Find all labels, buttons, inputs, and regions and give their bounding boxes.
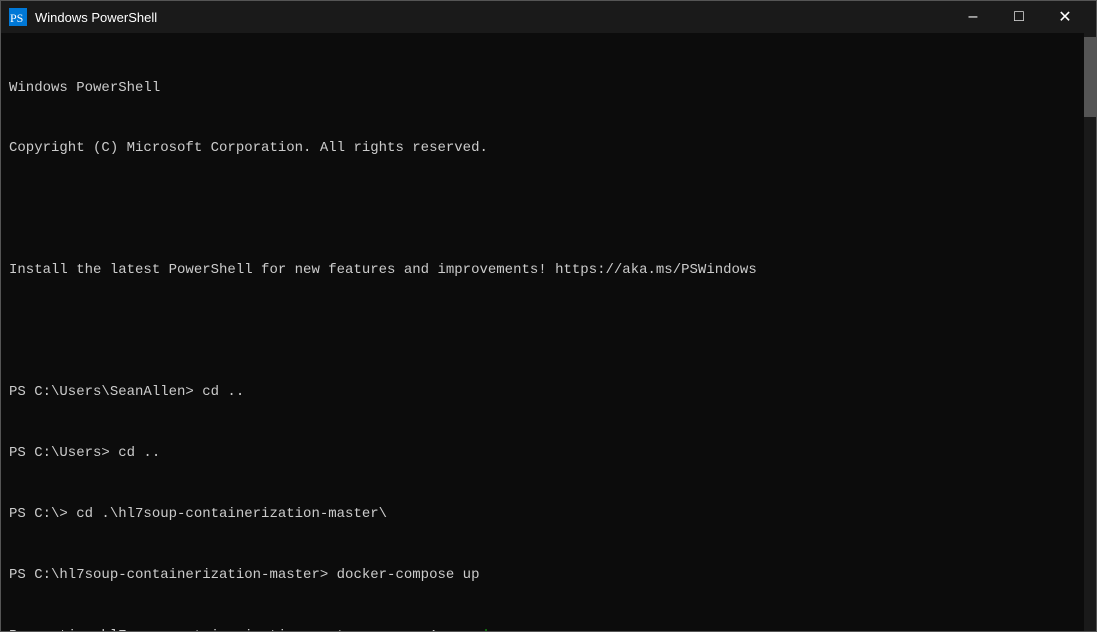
terminal-line-2: Copyright (C) Microsoft Corporation. All… bbox=[9, 138, 1076, 158]
title-bar-left: PS Windows PowerShell bbox=[9, 8, 157, 26]
terminal-line-5 bbox=[9, 321, 1076, 341]
window-title: Windows PowerShell bbox=[35, 10, 157, 25]
maximize-button[interactable]: □ bbox=[996, 1, 1042, 33]
close-button[interactable]: ✕ bbox=[1042, 1, 1088, 33]
powershell-icon: PS bbox=[9, 8, 27, 26]
terminal-content[interactable]: Windows PowerShell Copyright (C) Microso… bbox=[1, 33, 1084, 631]
terminal-body: Windows PowerShell Copyright (C) Microso… bbox=[1, 33, 1096, 631]
minimize-button[interactable]: – bbox=[950, 1, 996, 33]
terminal-line-3 bbox=[9, 199, 1076, 219]
terminal-line-4: Install the latest PowerShell for new fe… bbox=[9, 260, 1076, 280]
window-controls: – □ ✕ bbox=[950, 1, 1088, 33]
scrollbar-thumb[interactable] bbox=[1084, 37, 1096, 117]
title-bar: PS Windows PowerShell – □ ✕ bbox=[1, 1, 1096, 33]
done-text: done bbox=[479, 628, 513, 631]
terminal-line-8: PS C:\> cd .\hl7soup-containerization-ma… bbox=[9, 504, 1076, 524]
terminal-line-7: PS C:\Users> cd .. bbox=[9, 443, 1076, 463]
svg-text:PS: PS bbox=[10, 11, 23, 25]
terminal-line-10: Recreating hl7soup-containerization-mast… bbox=[9, 626, 1076, 631]
terminal-line-1: Windows PowerShell bbox=[9, 78, 1076, 98]
terminal-line-9: PS C:\hl7soup-containerization-master> d… bbox=[9, 565, 1076, 585]
scrollbar[interactable] bbox=[1084, 33, 1096, 631]
terminal-line-6: PS C:\Users\SeanAllen> cd .. bbox=[9, 382, 1076, 402]
powershell-window: PS Windows PowerShell – □ ✕ Windows Powe… bbox=[0, 0, 1097, 632]
